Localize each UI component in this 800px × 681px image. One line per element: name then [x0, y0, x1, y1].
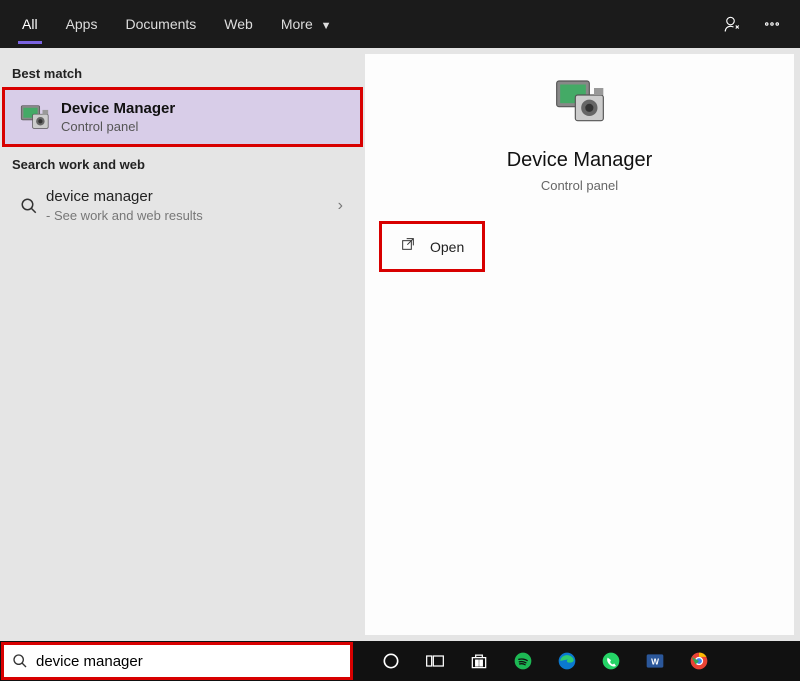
search-results-pane: Best match Device Manager Control panel … — [0, 48, 365, 641]
feedback-icon[interactable] — [712, 0, 752, 48]
chevron-down-icon: ▼ — [321, 20, 332, 32]
search-tab-bar: All Apps Documents Web More ▼ — [0, 0, 800, 48]
tab-apps[interactable]: Apps — [52, 0, 112, 48]
svg-text:W: W — [651, 656, 659, 666]
edge-icon[interactable] — [553, 647, 581, 675]
chevron-right-icon: › — [328, 197, 353, 215]
cortana-icon[interactable] — [377, 647, 405, 675]
best-match-result[interactable]: Device Manager Control panel — [2, 87, 363, 147]
web-query: device manager — [46, 188, 153, 205]
preview-card: Device Manager Control panel Open — [365, 54, 794, 635]
search-input[interactable] — [36, 653, 342, 670]
whatsapp-icon[interactable] — [597, 647, 625, 675]
word-icon[interactable]: W — [641, 647, 669, 675]
chrome-icon[interactable] — [685, 647, 713, 675]
search-icon — [12, 197, 46, 215]
open-label: Open — [430, 239, 464, 255]
preview-title: Device Manager — [365, 149, 794, 172]
best-match-subtitle: Control panel — [61, 119, 175, 134]
tab-more[interactable]: More ▼ — [267, 0, 346, 48]
open-icon — [400, 236, 416, 257]
preview-pane-container: Device Manager Control panel Open — [365, 48, 800, 641]
preview-device-manager-icon — [552, 78, 608, 131]
web-query-tail: - See work and web results — [46, 208, 328, 223]
search-work-web-label: Search work and web — [0, 147, 365, 178]
taskbar: W — [0, 641, 800, 681]
web-search-result[interactable]: device manager - See work and web result… — [0, 178, 365, 233]
more-options-icon[interactable] — [752, 0, 792, 48]
tab-web[interactable]: Web — [210, 0, 267, 48]
device-manager-icon — [17, 100, 51, 134]
search-icon — [12, 653, 28, 669]
spotify-icon[interactable] — [509, 647, 537, 675]
best-match-label: Best match — [0, 56, 365, 87]
taskbar-search-box[interactable] — [1, 642, 353, 680]
open-button[interactable]: Open — [379, 221, 485, 272]
tab-more-label: More — [281, 16, 313, 32]
tab-all[interactable]: All — [8, 0, 52, 48]
preview-subtitle: Control panel — [365, 178, 794, 193]
best-match-title: Device Manager — [61, 100, 175, 117]
task-view-icon[interactable] — [421, 647, 449, 675]
tab-documents[interactable]: Documents — [111, 0, 210, 48]
microsoft-store-icon[interactable] — [465, 647, 493, 675]
